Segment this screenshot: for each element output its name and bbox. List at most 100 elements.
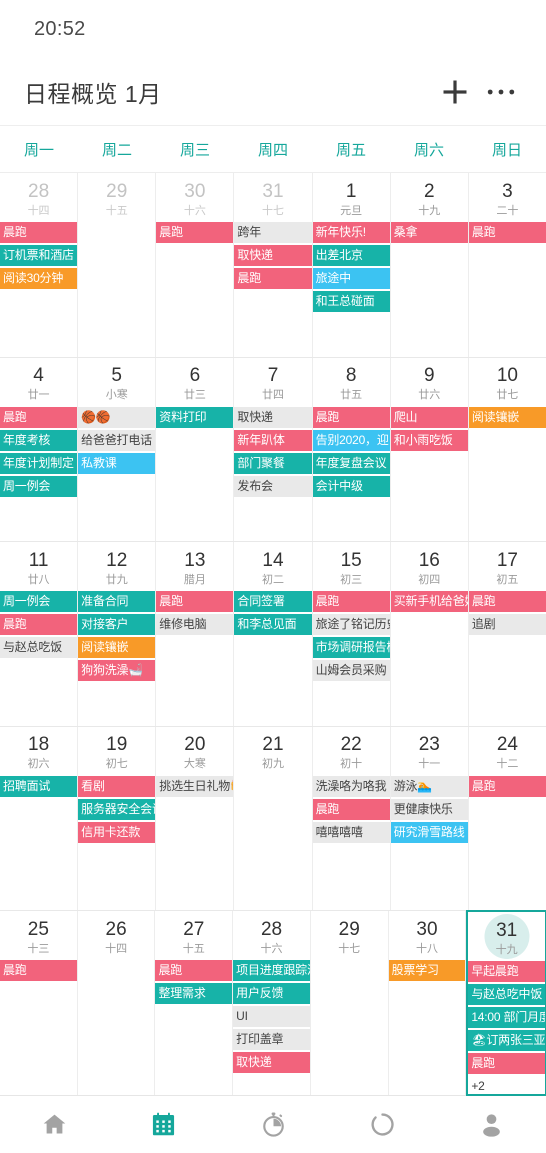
day-cell[interactable]: 17 初五 晨跑 追剧: [468, 542, 546, 726]
event-chip[interactable]: 市场调研报告模: [312, 637, 390, 659]
more-options-button[interactable]: [478, 69, 524, 115]
day-cell[interactable]: 2 十九 桑拿: [390, 173, 469, 357]
event-chip[interactable]: 维修电脑: [156, 614, 234, 636]
day-cell[interactable]: 29 十五: [78, 173, 157, 357]
day-cell[interactable]: 25 十三 晨跑: [0, 911, 78, 1095]
event-chip[interactable]: 跨年: [234, 222, 312, 243]
event-chip[interactable]: 晨跑: [0, 960, 77, 982]
event-chip[interactable]: 年度计划制定: [0, 452, 78, 474]
event-chip[interactable]: 晨跑: [0, 222, 78, 243]
nav-item-home[interactable]: [0, 1096, 109, 1153]
day-cell[interactable]: 15 初三晨跑旅途了铭记历史市场调研报告模山姆会员采购: [312, 542, 391, 726]
day-cell[interactable]: 23 十一 游泳🏊 更健康快乐 研究滑雪路线: [390, 726, 469, 911]
event-chip[interactable]: 取快递: [234, 245, 312, 266]
more-events-label[interactable]: +2: [468, 1076, 545, 1094]
event-chip[interactable]: 新年趴体: [234, 429, 312, 451]
event-chip[interactable]: 14:00 部门月度: [468, 1007, 546, 1029]
event-chip[interactable]: 打印盖章: [233, 1029, 310, 1051]
day-cell[interactable]: 1 元旦 新年快乐! 出差北京 旅途中 和王总碰面: [312, 173, 391, 357]
event-chip[interactable]: 晨跑: [312, 798, 390, 820]
event-chip[interactable]: UI: [233, 1006, 310, 1028]
day-cell[interactable]: 12 廿九 准备合同 对接客户 阅读镶嵌 狗狗洗澡🛁: [78, 542, 157, 726]
day-cell[interactable]: 6 廿三 资料打印: [156, 357, 235, 542]
day-cell[interactable]: 19 初七看剧服务器安全会议信用卡还款: [78, 726, 157, 911]
day-cell[interactable]: 20 大寒挑选生日礼物🎁: [156, 726, 235, 911]
event-chip[interactable]: 晨跑: [155, 960, 233, 982]
event-chip[interactable]: 发布会: [234, 475, 312, 497]
nav-item-timer[interactable]: [218, 1096, 327, 1153]
event-chip[interactable]: 项目进度跟踪汇: [233, 960, 310, 982]
event-chip[interactable]: 信用卡还款: [78, 821, 156, 843]
day-cell[interactable]: 30 十六 晨跑: [156, 173, 235, 357]
event-chip[interactable]: 晨跑: [0, 406, 78, 428]
event-chip[interactable]: 阅读30分钟: [0, 268, 78, 289]
day-cell[interactable]: 5 小寒 🏀🏀 给爸爸打电话 私教课: [78, 357, 157, 542]
day-cell[interactable]: 28 十四 晨跑 订机票和酒店 阅读30分钟: [0, 173, 79, 357]
day-cell[interactable]: 22 初十 洗澡咯为咯我 晨跑 嘻嘻嘻嘻: [312, 726, 391, 911]
event-chip[interactable]: 与赵总吃中饭: [468, 984, 546, 1006]
event-chip[interactable]: 晨跑: [312, 591, 390, 613]
event-chip[interactable]: 洗澡咯为咯我: [312, 775, 390, 797]
event-chip[interactable]: 早起晨跑: [468, 961, 546, 983]
day-cell[interactable]: 24 十二 晨跑: [468, 727, 546, 911]
event-chip[interactable]: 年度复盘会议: [312, 452, 390, 474]
event-chip[interactable]: 周一例会: [0, 475, 78, 497]
event-chip[interactable]: 追剧: [468, 614, 546, 636]
day-cell[interactable]: 11 廿八 周一例会 晨跑 与赵总吃饭: [0, 542, 79, 726]
event-chip[interactable]: 晨跑: [234, 268, 312, 289]
event-chip[interactable]: 和王总碰面: [312, 291, 390, 312]
day-cell[interactable]: 28 十六项目进度跟踪汇用户反馈UI打印盖章取快递: [233, 911, 311, 1095]
event-chip[interactable]: 资料打印: [156, 406, 234, 428]
event-chip[interactable]: 挑选生日礼物🎁: [156, 775, 234, 797]
event-chip[interactable]: 告别2020，迎: [312, 429, 390, 451]
event-chip[interactable]: 晨跑: [468, 1053, 546, 1075]
event-chip[interactable]: 合同签署: [234, 591, 312, 613]
day-cell-today[interactable]: 31 十九早起晨跑与赵总吃中饭14:00 部门月度🏖订两张三亚的晨跑+2: [466, 910, 546, 1096]
event-chip[interactable]: 招聘面试: [0, 775, 78, 797]
event-chip[interactable]: 与赵总吃饭: [0, 637, 78, 659]
day-cell[interactable]: 13 腊月 晨跑 维修电脑: [156, 542, 235, 726]
event-chip[interactable]: 桑拿: [390, 222, 468, 243]
day-cell[interactable]: 21 初九: [234, 726, 313, 911]
event-chip[interactable]: 晨跑: [156, 591, 234, 613]
day-cell[interactable]: 30 十八 股票学习: [388, 911, 467, 1095]
event-chip[interactable]: 晨跑: [468, 591, 546, 613]
day-cell[interactable]: 9 廿六 爬山 和小雨吃饭: [390, 357, 469, 542]
day-cell[interactable]: 31 十七 跨年 取快递 晨跑: [234, 173, 313, 357]
event-chip[interactable]: 旅途了铭记历史: [312, 614, 390, 636]
add-event-button[interactable]: [432, 69, 478, 115]
event-chip[interactable]: 游泳🏊: [390, 775, 468, 797]
event-chip[interactable]: 出差北京: [312, 245, 390, 266]
event-chip[interactable]: 准备合同: [78, 591, 156, 613]
event-chip[interactable]: 和李总见面: [234, 614, 312, 636]
event-chip[interactable]: 🏀🏀: [78, 406, 156, 428]
event-chip[interactable]: 晨跑: [468, 222, 546, 243]
event-chip[interactable]: 部门聚餐: [234, 452, 312, 474]
event-chip[interactable]: 买新手机给爸妈: [390, 591, 468, 613]
day-cell[interactable]: 29 十七: [311, 911, 389, 1095]
event-chip[interactable]: 年度考核: [0, 429, 78, 451]
event-chip[interactable]: 旅途中: [312, 268, 390, 289]
event-chip[interactable]: 更健康快乐: [390, 798, 468, 820]
event-chip[interactable]: 和小雨吃饭: [390, 429, 468, 451]
event-chip[interactable]: 整理需求: [155, 983, 233, 1005]
event-chip[interactable]: 阅读镶嵌: [78, 637, 156, 659]
event-chip[interactable]: 晨跑: [468, 775, 546, 797]
event-chip[interactable]: 周一例会: [0, 591, 78, 613]
day-cell[interactable]: 14 初二 合同签署 和李总见面: [234, 542, 313, 726]
event-chip[interactable]: 阅读镶嵌: [468, 406, 546, 428]
event-chip[interactable]: 取快递: [234, 406, 312, 428]
event-chip[interactable]: 给爸爸打电话: [78, 429, 156, 451]
event-chip[interactable]: 股票学习: [388, 960, 466, 982]
nav-item-profile[interactable]: [437, 1096, 546, 1153]
nav-item-calendar[interactable]: [109, 1096, 218, 1153]
event-chip[interactable]: 🏖订两张三亚的: [468, 1030, 546, 1052]
event-chip[interactable]: 晨跑: [312, 406, 390, 428]
event-chip[interactable]: 山姆会员采购: [312, 660, 390, 682]
event-chip[interactable]: 晨跑: [156, 222, 234, 243]
day-cell[interactable]: 16 初四买新手机给爸妈: [390, 542, 469, 726]
day-cell[interactable]: 4 廿一 晨跑 年度考核 年度计划制定 周一例会: [0, 357, 79, 542]
day-cell[interactable]: 26 十四: [78, 911, 156, 1095]
event-chip[interactable]: 看剧: [78, 775, 156, 797]
event-chip[interactable]: 对接客户: [78, 614, 156, 636]
